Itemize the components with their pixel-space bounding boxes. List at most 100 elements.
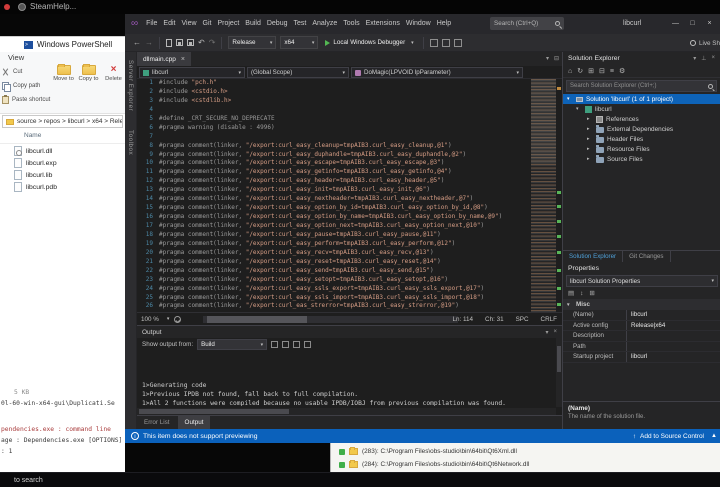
add-to-source-control-button[interactable]: ↑ Add to Source Control <box>633 429 704 443</box>
column-indicator[interactable]: Ch: 31 <box>485 316 504 323</box>
scrollbar-thumb[interactable] <box>207 316 307 323</box>
expand-all-icon[interactable]: ⊞ <box>588 67 594 75</box>
menu-item[interactable]: View <box>178 14 199 34</box>
close-icon[interactable]: × <box>553 329 557 336</box>
menu-item[interactable]: Analyze <box>309 14 340 34</box>
toolbar-icon[interactable] <box>453 38 462 47</box>
output-toolbar-icon[interactable] <box>282 341 290 348</box>
file-row[interactable]: libcurl.dll <box>0 145 125 157</box>
menu-item[interactable]: Debug <box>264 14 291 34</box>
tab-dllmain-cpp[interactable]: dllmain.cpp × <box>137 52 191 66</box>
save-icon[interactable] <box>176 39 183 46</box>
toolbar-icon[interactable] <box>441 38 450 47</box>
menu-item[interactable]: Extensions <box>363 14 403 34</box>
refresh-icon[interactable]: ↻ <box>577 67 583 75</box>
menu-item[interactable]: Tools <box>340 14 362 34</box>
chevron-collapsed-icon[interactable]: ▸ <box>587 136 593 142</box>
property-row[interactable]: Startup project libcurl <box>563 352 720 363</box>
chevron-down-icon[interactable]: ▾ <box>693 55 696 62</box>
tab-solution-explorer[interactable]: Solution Explorer <box>563 251 624 262</box>
copy-to-button[interactable]: Copy to <box>77 64 100 82</box>
tab-error-list[interactable]: Error List <box>137 416 177 429</box>
address-bar[interactable]: source > repos > libcurl > x64 > Rele <box>2 115 123 128</box>
vs-titlebar[interactable]: FileEditViewGitProjectBuildDebugTestAnal… <box>125 14 720 34</box>
new-file-icon[interactable] <box>166 38 172 47</box>
tree-item-source-files[interactable]: ▸ Source Files <box>563 154 720 164</box>
tab-git-changes[interactable]: Git Changes <box>623 251 671 262</box>
tree-item-external-dependencies[interactable]: ▸ External Dependencies <box>563 124 720 134</box>
file-row[interactable]: libcurl.exp <box>0 157 125 169</box>
redo-icon[interactable]: ↷ <box>209 38 216 47</box>
file-row[interactable]: libcurl.pdb <box>0 181 125 193</box>
close-icon[interactable]: × <box>711 55 715 62</box>
menu-item[interactable]: Project <box>214 14 242 34</box>
word-wrap-icon[interactable] <box>304 341 312 348</box>
menu-item[interactable]: Git <box>200 14 215 34</box>
clear-all-icon[interactable] <box>293 341 301 348</box>
toolbar-icon[interactable] <box>429 38 438 47</box>
tree-item-header-files[interactable]: ▸ Header Files <box>563 134 720 144</box>
output-panel-header[interactable]: Output ▾ × <box>137 326 562 338</box>
properties-object-select[interactable]: libcurl Solution Properties ▾ <box>566 275 718 287</box>
chevron-collapsed-icon[interactable]: ▸ <box>587 116 593 122</box>
maximize-button[interactable]: □ <box>684 14 701 34</box>
window-list-icon[interactable]: ⊟ <box>554 52 559 66</box>
minimap-viewport[interactable] <box>531 79 556 164</box>
alphabetical-icon[interactable]: ↕ <box>580 290 583 297</box>
delete-button[interactable]: × Delete <box>102 65 125 83</box>
move-to-button[interactable]: Move to <box>52 64 75 82</box>
categorized-icon[interactable]: ▤ <box>568 289 574 297</box>
document-health-icon[interactable] <box>174 315 182 323</box>
member-dropdown[interactable]: DoMagic(LPVOID lpParameter) ▾ <box>351 67 523 78</box>
tree-item-references[interactable]: ▸ References <box>563 114 720 124</box>
navigate-forward-icon[interactable]: → <box>145 38 153 47</box>
line-indicator[interactable]: Ln: 114 <box>452 316 473 323</box>
minimize-button[interactable]: — <box>667 14 684 34</box>
chevron-collapsed-icon[interactable]: ▸ <box>587 126 593 132</box>
property-row[interactable]: Active config Release|x64 <box>563 320 720 331</box>
navigate-back-icon[interactable]: ← <box>133 38 141 47</box>
solution-configuration-select[interactable]: Release ▾ <box>228 36 277 49</box>
menu-item[interactable]: Help <box>434 14 454 34</box>
dependency-row[interactable]: (284): C:\Program Files\obs-studio\bin\6… <box>331 458 720 471</box>
live-share-button[interactable]: Live Sh <box>689 34 720 52</box>
solution-platform-select[interactable]: x64 ▾ <box>280 36 319 49</box>
output-log[interactable]: 1>Generating code 1>Previous IPDB not fou… <box>142 353 552 406</box>
menu-item[interactable]: File <box>143 14 160 34</box>
home-icon[interactable]: ⌂ <box>568 68 572 75</box>
taskbar-search-box[interactable]: to search <box>14 477 43 484</box>
zoom-level[interactable]: 100 % <box>141 316 159 323</box>
menu-item[interactable]: Test <box>291 14 310 34</box>
project-dropdown[interactable]: libcurl ▾ <box>139 67 245 78</box>
tab-output[interactable]: Output <box>177 416 211 429</box>
powershell-titlebar[interactable]: Windows PowerShell <box>0 37 125 52</box>
solution-explorer-search-input[interactable]: Search Solution Explorer (Ctrl+;) <box>566 80 717 92</box>
copy-path-button[interactable]: Copy path <box>2 82 40 92</box>
chevron-expanded-icon[interactable]: ▾ <box>576 106 582 112</box>
close-button[interactable]: × <box>701 14 718 34</box>
output-source-select[interactable]: Build ▾ <box>197 339 268 350</box>
chevron-collapsed-icon[interactable]: ▸ <box>587 146 593 152</box>
quick-search-input[interactable]: Search (Ctrl+Q) <box>490 17 564 30</box>
close-icon[interactable]: × <box>181 56 185 63</box>
menu-item[interactable]: Build <box>242 14 264 34</box>
dependency-row[interactable]: (283): C:\Program Files\obs-studio\bin\6… <box>331 445 720 458</box>
properties-icon[interactable]: ⚙ <box>619 67 625 75</box>
undo-icon[interactable]: ↶ <box>198 38 205 47</box>
property-category-misc[interactable]: ▾ Misc <box>563 299 720 310</box>
menu-item[interactable]: Edit <box>160 14 178 34</box>
chevron-collapsed-icon[interactable]: ▸ <box>587 156 593 162</box>
horizontal-scrollbar[interactable] <box>203 316 458 323</box>
ribbon-tab-view[interactable]: View <box>8 53 24 62</box>
scrollbar-thumb[interactable] <box>139 409 289 414</box>
chevron-down-icon[interactable]: ▾ <box>546 52 549 66</box>
property-row[interactable]: Path <box>563 341 720 352</box>
minimap[interactable] <box>531 79 556 312</box>
scrollbar-thumb[interactable] <box>557 346 561 372</box>
save-all-icon[interactable] <box>187 39 194 46</box>
chevron-expanded-icon[interactable]: ▾ <box>567 96 573 102</box>
start-debugging-button[interactable]: Local Windows Debugger ▾ <box>322 36 416 49</box>
property-row[interactable]: Description <box>563 331 720 342</box>
show-all-files-icon[interactable]: ≡ <box>610 68 614 75</box>
paste-shortcut-button[interactable]: Paste shortcut <box>2 95 50 104</box>
